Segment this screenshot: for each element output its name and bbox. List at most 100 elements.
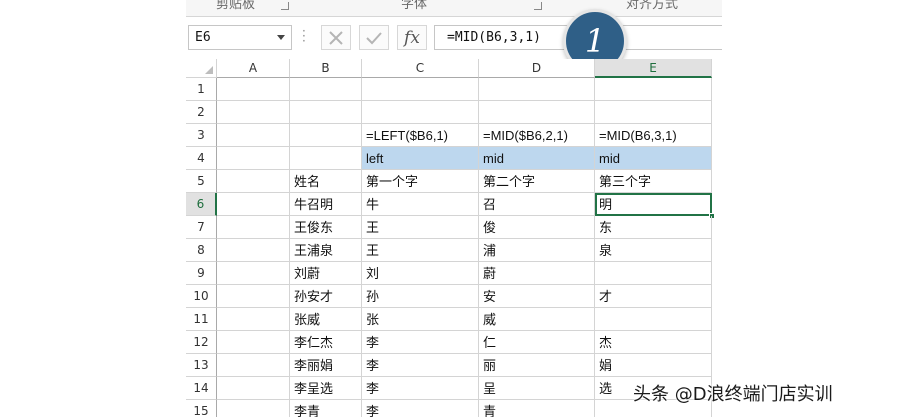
cell-c3[interactable]: =LEFT($B6,1) — [362, 124, 479, 147]
row-header[interactable]: 5 — [186, 170, 217, 193]
row-header[interactable]: 6 — [186, 193, 217, 216]
cell-b1[interactable] — [290, 78, 362, 101]
row-header[interactable]: 14 — [186, 377, 217, 400]
cell-d14[interactable]: 呈 — [479, 377, 595, 400]
cell-a6[interactable] — [217, 193, 290, 216]
row-header[interactable]: 7 — [186, 216, 217, 239]
cell-b3[interactable] — [290, 124, 362, 147]
cell-d15[interactable]: 青 — [479, 400, 595, 417]
cell-c2[interactable] — [362, 101, 479, 124]
cell-e1[interactable] — [595, 78, 712, 101]
cell-b4[interactable] — [290, 147, 362, 170]
cell-c11[interactable]: 张 — [362, 308, 479, 331]
cell-a3[interactable] — [217, 124, 290, 147]
cell-b9[interactable]: 刘蔚 — [290, 262, 362, 285]
row-header[interactable]: 10 — [186, 285, 217, 308]
cell-c12[interactable]: 李 — [362, 331, 479, 354]
cell-a13[interactable] — [217, 354, 290, 377]
cell-b6[interactable]: 牛召明 — [290, 193, 362, 216]
row-header[interactable]: 11 — [186, 308, 217, 331]
row-header[interactable]: 8 — [186, 239, 217, 262]
cell-a8[interactable] — [217, 239, 290, 262]
cell-e12[interactable]: 杰 — [595, 331, 712, 354]
cell-c9[interactable]: 刘 — [362, 262, 479, 285]
cell-e6[interactable]: 明 — [595, 193, 715, 219]
row-header[interactable]: 13 — [186, 354, 217, 377]
column-header-e[interactable]: E — [595, 59, 712, 78]
cell-d3[interactable]: =MID($B6,2,1) — [479, 124, 595, 147]
cell-d2[interactable] — [479, 101, 595, 124]
column-header-b[interactable]: B — [290, 59, 362, 78]
cell-a2[interactable] — [217, 101, 290, 124]
cell-c13[interactable]: 李 — [362, 354, 479, 377]
cell-b15[interactable]: 李青 — [290, 400, 362, 417]
cell-d11[interactable]: 威 — [479, 308, 595, 331]
cell-b5[interactable]: 姓名 — [290, 170, 362, 193]
row-header[interactable]: 3 — [186, 124, 217, 147]
column-header-c[interactable]: C — [362, 59, 479, 78]
row-header[interactable]: 4 — [186, 147, 217, 170]
cell-c4[interactable]: left — [362, 147, 479, 170]
cell-e4[interactable]: mid — [595, 147, 712, 170]
chevron-down-icon[interactable] — [277, 35, 285, 40]
cell-a1[interactable] — [217, 78, 290, 101]
cell-c14[interactable]: 李 — [362, 377, 479, 400]
cell-c10[interactable]: 孙 — [362, 285, 479, 308]
cell-d13[interactable]: 丽 — [479, 354, 595, 377]
cell-d10[interactable]: 安 — [479, 285, 595, 308]
cell-a15[interactable] — [217, 400, 290, 417]
cell-a12[interactable] — [217, 331, 290, 354]
row-header[interactable]: 15 — [186, 400, 217, 417]
cell-b8[interactable]: 王浦泉 — [290, 239, 362, 262]
cell-b13[interactable]: 李丽娟 — [290, 354, 362, 377]
cell-d12[interactable]: 仁 — [479, 331, 595, 354]
cell-b11[interactable]: 张威 — [290, 308, 362, 331]
cell-c7[interactable]: 王 — [362, 216, 479, 239]
cell-a14[interactable] — [217, 377, 290, 400]
cell-d8[interactable]: 浦 — [479, 239, 595, 262]
cell-a11[interactable] — [217, 308, 290, 331]
name-box[interactable]: E6 — [188, 25, 292, 50]
cell-d5[interactable]: 第二个字 — [479, 170, 595, 193]
cell-d1[interactable] — [479, 78, 595, 101]
cell-e13[interactable]: 娟 — [595, 354, 712, 377]
cell-d7[interactable]: 俊 — [479, 216, 595, 239]
cell-b14[interactable]: 李呈选 — [290, 377, 362, 400]
cell-e7[interactable]: 东 — [595, 216, 712, 239]
cell-d6[interactable]: 召 — [479, 193, 595, 216]
cell-e9[interactable] — [595, 262, 712, 285]
cell-c5[interactable]: 第一个字 — [362, 170, 479, 193]
select-all-button[interactable] — [186, 59, 217, 78]
cell-e5[interactable]: 第三个字 — [595, 170, 712, 193]
cell-e8[interactable]: 泉 — [595, 239, 712, 262]
cell-a10[interactable] — [217, 285, 290, 308]
row-header[interactable]: 2 — [186, 101, 217, 124]
font-launcher-icon[interactable] — [534, 2, 542, 10]
cell-a5[interactable] — [217, 170, 290, 193]
cell-b12[interactable]: 李仁杰 — [290, 331, 362, 354]
row-header[interactable]: 9 — [186, 262, 217, 285]
cancel-button[interactable] — [321, 25, 351, 50]
cell-b10[interactable]: 孙安才 — [290, 285, 362, 308]
insert-function-button[interactable]: fx — [397, 25, 427, 50]
cell-c1[interactable] — [362, 78, 479, 101]
cell-e2[interactable] — [595, 101, 712, 124]
row-header[interactable]: 12 — [186, 331, 217, 354]
column-header-a[interactable]: A — [217, 59, 290, 78]
cell-a9[interactable] — [217, 262, 290, 285]
cell-a7[interactable] — [217, 216, 290, 239]
clipboard-launcher-icon[interactable] — [281, 2, 289, 10]
cell-a4[interactable] — [217, 147, 290, 170]
cell-c6[interactable]: 牛 — [362, 193, 479, 216]
enter-button[interactable] — [359, 25, 389, 50]
cell-d9[interactable]: 蔚 — [479, 262, 595, 285]
cell-c8[interactable]: 王 — [362, 239, 479, 262]
cell-b7[interactable]: 王俊东 — [290, 216, 362, 239]
cell-e3[interactable]: =MID(B6,3,1) — [595, 124, 712, 147]
column-header-d[interactable]: D — [479, 59, 595, 78]
cell-e10[interactable]: 才 — [595, 285, 712, 308]
row-header[interactable]: 1 — [186, 78, 217, 101]
cell-c15[interactable]: 李 — [362, 400, 479, 417]
cell-b2[interactable] — [290, 101, 362, 124]
cell-d4[interactable]: mid — [479, 147, 595, 170]
